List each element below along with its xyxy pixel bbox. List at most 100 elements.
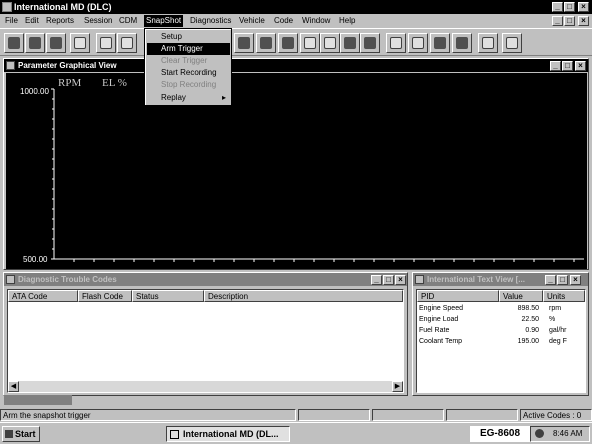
taskbar: Start International MD (DL... EG-8608 8:… — [0, 422, 592, 444]
menu-diagnostics[interactable]: Diagnostics — [188, 15, 233, 27]
col-ata-code[interactable]: ATA Code — [8, 290, 78, 302]
tv-close-button[interactable]: × — [570, 275, 581, 285]
menu-snapshot[interactable]: SnapShot — [144, 15, 184, 27]
toolbar-connect-button[interactable] — [25, 33, 45, 53]
menu-help[interactable]: Help — [337, 15, 357, 27]
pid-cell: Engine Speed — [419, 305, 463, 312]
toolbar-camera-button[interactable] — [234, 33, 254, 53]
toolbar-monitor-button[interactable] — [386, 33, 406, 53]
module-icon — [344, 37, 356, 49]
graph-window-title-bar[interactable]: Parameter Graphical View _ □ × — [4, 59, 588, 72]
restore-button[interactable]: □ — [564, 2, 575, 12]
col-units[interactable]: Units — [543, 290, 585, 302]
scroll-left-icon[interactable]: ◀ — [8, 381, 19, 392]
menu-item-stop-recording: Stop Recording — [161, 80, 217, 89]
camera-icon — [238, 37, 250, 49]
toolbar-module-button[interactable] — [340, 33, 360, 53]
app-icon[interactable] — [2, 2, 12, 12]
dtc-maximize-button[interactable]: □ — [383, 275, 394, 285]
graph-close-button[interactable]: × — [575, 61, 586, 71]
menu-item-arm-trigger[interactable]: Arm Trigger — [147, 43, 230, 55]
cascade-icon — [456, 37, 468, 49]
clock[interactable]: 8:46 AM — [553, 427, 582, 441]
status-bar: Arm the snapshot trigger Active Codes : … — [0, 408, 592, 422]
toolbar-session-button[interactable] — [46, 33, 66, 53]
window-icon — [6, 275, 15, 284]
menu-cdm[interactable]: CDM — [117, 15, 139, 27]
value-cell: 898.50 — [517, 305, 539, 312]
toolbar-help-button[interactable] — [478, 33, 498, 53]
col-flash-code[interactable]: Flash Code — [78, 290, 132, 302]
value-cell: 22.50 — [521, 316, 539, 323]
menu-reports[interactable]: Reports — [44, 15, 76, 27]
graph-minimize-button[interactable]: _ — [550, 61, 561, 71]
network-icon[interactable] — [535, 429, 544, 438]
col-status[interactable]: Status — [132, 290, 204, 302]
dtc-minimize-button[interactable]: _ — [371, 275, 382, 285]
toolbar-test-button[interactable] — [300, 33, 320, 53]
menu-edit[interactable]: Edit — [23, 15, 41, 27]
vehicle-icon — [364, 37, 376, 49]
graph-window-title: Parameter Graphical View — [18, 61, 117, 70]
menu-file[interactable]: File — [3, 15, 20, 27]
calibrate-icon — [324, 37, 336, 49]
taskbar-app-button[interactable]: International MD (DL... — [166, 426, 290, 442]
minimized-window[interactable] — [4, 395, 72, 405]
mdi-close-button[interactable]: × — [578, 16, 589, 26]
tv-maximize-button[interactable]: □ — [557, 275, 568, 285]
windows-logo-icon — [5, 430, 13, 438]
text-view-title: International Text View [... — [427, 275, 525, 284]
toolbar-calibrate-button[interactable] — [320, 33, 340, 53]
toolbar-screen-button[interactable] — [408, 33, 428, 53]
menu-vehicle[interactable]: Vehicle — [237, 15, 267, 27]
menu-bar: File Edit Reports Session CDM SnapShot D… — [0, 14, 592, 28]
graph-maximize-button[interactable]: □ — [562, 61, 573, 71]
value-cell: 195.00 — [517, 338, 539, 345]
units-cell: rpm — [549, 305, 562, 312]
minimize-button[interactable]: _ — [552, 2, 563, 12]
text-view-list[interactable]: PID Value Units Engine Speed 898.50 rpm … — [416, 289, 586, 393]
menu-item-start-recording[interactable]: Start Recording — [147, 67, 230, 79]
graph-canvas[interactable]: RPM EL % 1000.00 500.00 — [6, 73, 587, 269]
stop-icon — [282, 37, 294, 49]
col-pid[interactable]: PID — [417, 290, 499, 302]
mdi-restore-button[interactable]: □ — [564, 16, 575, 26]
taskbar-app-label: International MD (DL... — [183, 429, 279, 439]
menu-item-clear-trigger: Clear Trigger — [161, 56, 208, 65]
text-view-title-bar[interactable]: International Text View [... _ □ × — [413, 273, 588, 286]
pid-cell: Fuel Rate — [419, 327, 450, 334]
menu-session[interactable]: Session — [82, 15, 114, 27]
menu-item-replay-label: Replay — [161, 93, 186, 102]
toolbar-int-button[interactable] — [117, 33, 137, 53]
col-description[interactable]: Description — [204, 290, 403, 302]
menu-item-setup[interactable]: Setup — [147, 31, 230, 43]
toolbar-vehicle-button[interactable] — [360, 33, 380, 53]
dtc-window-title-bar[interactable]: Diagnostic Trouble Codes _ □ × — [4, 273, 407, 286]
snapshot-menu-dropdown: Setup Arm Trigger Clear Trigger Start Re… — [144, 28, 232, 106]
toolbar-hammer-button[interactable] — [256, 33, 276, 53]
app-title-bar[interactable]: International MD (DLC) _ □ × — [0, 0, 592, 14]
toolbar — [0, 28, 592, 56]
scroll-right-icon[interactable]: ▶ — [392, 381, 403, 392]
dtc-horizontal-scrollbar[interactable]: ◀ ▶ — [8, 381, 403, 392]
toolbar-graph-button[interactable] — [96, 33, 116, 53]
start-button[interactable]: Start — [2, 426, 40, 442]
toolbar-open-button[interactable] — [4, 33, 24, 53]
eg-label: EG-8608 — [470, 426, 530, 442]
toolbar-cascade-button[interactable] — [452, 33, 472, 53]
status-message: Arm the snapshot trigger — [0, 409, 296, 421]
close-button[interactable]: × — [578, 2, 589, 12]
toolbar-print-button[interactable] — [70, 33, 90, 53]
dtc-close-button[interactable]: × — [395, 275, 406, 285]
toolbar-chip-button[interactable] — [430, 33, 450, 53]
dtc-list[interactable]: ATA Code Flash Code Status Description ◀… — [7, 289, 404, 393]
tv-minimize-button[interactable]: _ — [545, 275, 556, 285]
menu-item-replay[interactable]: Replay ▸ — [147, 92, 230, 104]
menu-window[interactable]: Window — [300, 15, 332, 27]
col-value[interactable]: Value — [499, 290, 543, 302]
app-title: International MD (DLC) — [14, 2, 112, 12]
mdi-minimize-button[interactable]: _ — [552, 16, 563, 26]
menu-code[interactable]: Code — [272, 15, 295, 27]
toolbar-context-help-button[interactable] — [502, 33, 522, 53]
toolbar-stop-button[interactable] — [278, 33, 298, 53]
